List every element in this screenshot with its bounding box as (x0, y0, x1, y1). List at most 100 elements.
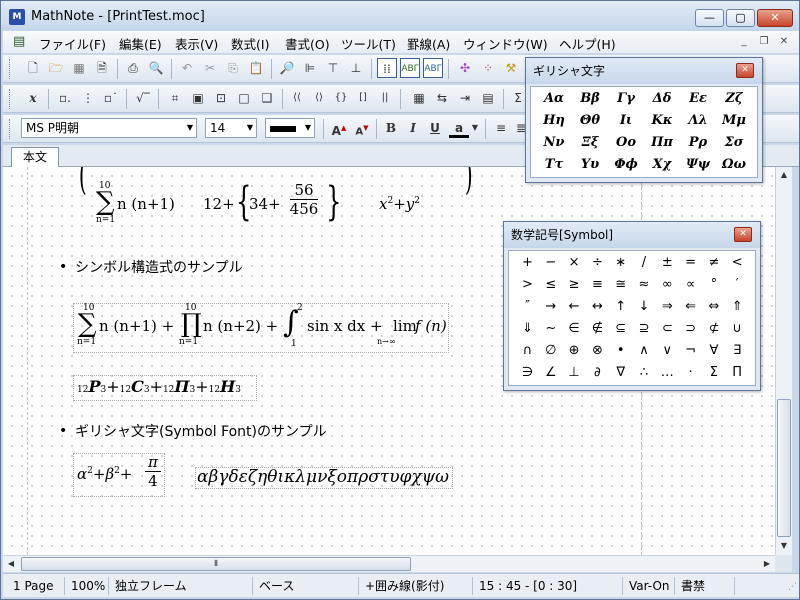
maximize-button[interactable]: ▢ (726, 9, 755, 27)
mdi-minimize-icon[interactable]: _ (735, 34, 753, 50)
symbol-palette-cell[interactable]: ⊄ (702, 318, 725, 339)
underline-button[interactable]: U (425, 118, 445, 138)
toolbar-grip[interactable] (9, 59, 12, 79)
document-icon[interactable]: ▤ (13, 34, 25, 49)
menu-window[interactable]: ウィンドウ(W) (463, 34, 548, 53)
symbol-palette-cell[interactable]: / (633, 252, 656, 273)
greek-palette-cell[interactable]: Ηη (537, 110, 571, 132)
symbol-palette-cell[interactable]: ⇑ (726, 296, 749, 317)
symbol-palette-cell[interactable]: ⊗ (586, 340, 609, 361)
greek-palette-close-button[interactable]: ✕ (736, 63, 754, 78)
toolbar-grip[interactable] (9, 119, 12, 139)
scroll-down-icon[interactable]: ▼ (776, 538, 792, 554)
greek-palette-cell[interactable]: Ξξ (573, 132, 607, 154)
color-dots-icon[interactable]: ⁘ (478, 58, 498, 78)
greek-palette-cell[interactable]: Ζζ (717, 88, 751, 110)
symbol-palette-cell[interactable]: ⊃ (679, 318, 702, 339)
close-button[interactable]: ✕ (757, 9, 793, 27)
horizontal-scroll-thumb[interactable]: ⦀ (21, 557, 411, 571)
symbol-palette-cell[interactable]: ∅ (539, 340, 562, 361)
greek-palette-cell[interactable]: Κκ (645, 110, 679, 132)
vertical-scroll-thumb[interactable] (777, 399, 791, 537)
symbol-palette-cell[interactable]: ↔ (586, 296, 609, 317)
symbol-palette-cell[interactable]: ⊇ (633, 318, 656, 339)
mdi-restore-icon[interactable]: ❐ (755, 34, 773, 50)
chevron-down-icon[interactable]: ▼ (469, 118, 481, 138)
symbol-palette-cell[interactable]: ⇔ (702, 296, 725, 317)
menu-tools[interactable]: ツール(T) (341, 34, 396, 53)
grid-view-icon[interactable]: ⁞⁞ (377, 58, 397, 78)
align-left-icon[interactable]: ⊫ (300, 58, 320, 78)
font-select[interactable]: MS P明朝 ▼ (21, 118, 197, 138)
symbol-palette-cell[interactable]: ⊆ (609, 318, 632, 339)
symbol-font-icon[interactable]: ΑΒΓ (400, 58, 420, 78)
shrink-font-icon[interactable]: A▼ (352, 118, 372, 138)
greek-palette-cell[interactable]: Ιι (609, 110, 643, 132)
tool-icon[interactable]: ⚒ (501, 58, 521, 78)
symbol-palette-cell[interactable]: = (679, 252, 702, 273)
align-top-icon[interactable]: ⊥ (346, 58, 366, 78)
align-text-icon[interactable]: ≡ (491, 118, 511, 138)
stack-icon[interactable]: ⋮ (78, 88, 98, 108)
greek-palette-cell[interactable]: Φϕ (609, 154, 643, 176)
app-icon[interactable]: M (9, 9, 25, 25)
paste-icon[interactable]: 📋 (246, 58, 266, 78)
italic-button[interactable]: I (403, 118, 423, 138)
symbol-palette-cell[interactable]: < (726, 252, 749, 273)
scroll-left-icon[interactable]: ◀ (3, 556, 19, 572)
scroll-right-icon[interactable]: ▶ (759, 556, 775, 572)
greek-palette-cell[interactable]: Αα (537, 88, 571, 110)
symbol-palette-cell[interactable]: > (516, 274, 539, 295)
greek-palette-cell[interactable]: Σσ (717, 132, 751, 154)
symbol-palette-cell[interactable]: ∧ (633, 340, 656, 361)
page-setup-icon[interactable]: 🗎 (92, 58, 112, 78)
greek-palette-cell[interactable]: Ππ (645, 132, 679, 154)
mdi-close-icon[interactable]: ✕ (775, 34, 793, 50)
symbol-palette-cell[interactable]: ∞ (656, 274, 679, 295)
symbol-palette-cell[interactable]: ∈ (563, 318, 586, 339)
symbol-palette-cell[interactable]: ≅ (609, 274, 632, 295)
symbol-palette-title[interactable]: 数学記号[Symbol] (504, 222, 760, 248)
symbol-palette-cell[interactable]: ∋ (516, 362, 539, 383)
save-icon[interactable]: ▦ (69, 58, 89, 78)
menu-formula[interactable]: 数式(I) (231, 34, 269, 53)
double-bracket-icon[interactable]: ⟨⟨ (287, 88, 307, 108)
symbol-palette-cell[interactable]: ∠ (539, 362, 562, 383)
menu-ruled-lines[interactable]: 罫線(A) (407, 34, 450, 53)
symbol-palette-cell[interactable]: ∨ (656, 340, 679, 361)
symbol-palette-cell[interactable]: ∝ (679, 274, 702, 295)
symbol-palette-close-button[interactable]: ✕ (734, 227, 752, 242)
bold-button[interactable]: B (381, 118, 401, 138)
greek-palette-cell[interactable]: Ωω (717, 154, 751, 176)
frame-3-icon[interactable]: ⊡ (211, 88, 231, 108)
cut-icon[interactable]: ✂ (200, 58, 220, 78)
frame-2-icon[interactable]: ▣ (188, 88, 208, 108)
symbol-palette-cell[interactable]: ″ (516, 296, 539, 317)
symbol-palette-cell[interactable]: ∉ (586, 318, 609, 339)
symbol-palette-cell[interactable]: ÷ (586, 252, 609, 273)
structure-icon[interactable]: ✣ (455, 58, 475, 78)
symbol-palette-cell[interactable]: ≥ (563, 274, 586, 295)
symbol-palette-cell[interactable]: ¬ (679, 340, 702, 361)
symbol-palette-cell[interactable]: ~ (539, 318, 562, 339)
text-frame-icon[interactable]: ▤ (478, 88, 498, 108)
symbol-palette-cell[interactable]: ∇ (609, 362, 632, 383)
scroll-up-icon[interactable]: ▲ (776, 167, 792, 183)
vertical-scrollbar[interactable]: ▲ ▼ (775, 167, 792, 555)
symbol-palette-cell[interactable]: ⊕ (563, 340, 586, 361)
symbol-palette-cell[interactable]: Π (726, 362, 749, 383)
find-icon[interactable]: 🔎 (277, 58, 297, 78)
new-file-icon[interactable]: 🗋 (23, 58, 43, 78)
arrow-right-icon[interactable]: ⇥ (455, 88, 475, 108)
symbol-palette-cell[interactable]: · (679, 362, 702, 383)
text-color-button[interactable]: a (449, 118, 469, 138)
greek-palette-cell[interactable]: Θθ (573, 110, 607, 132)
symbol-palette-cell[interactable]: ° (702, 274, 725, 295)
symbol-palette-cell[interactable]: × (563, 252, 586, 273)
superscript-icon[interactable]: ▫˙ (101, 88, 121, 108)
horizontal-scrollbar[interactable]: ◀ ⦀ ▶ (3, 555, 775, 572)
symbol-palette-cell[interactable]: ⇒ (656, 296, 679, 317)
greek-palette-cell[interactable]: Μμ (717, 110, 751, 132)
sqrt-icon[interactable]: √‾ (133, 88, 153, 108)
symbol-palette-cell[interactable]: ≡ (586, 274, 609, 295)
